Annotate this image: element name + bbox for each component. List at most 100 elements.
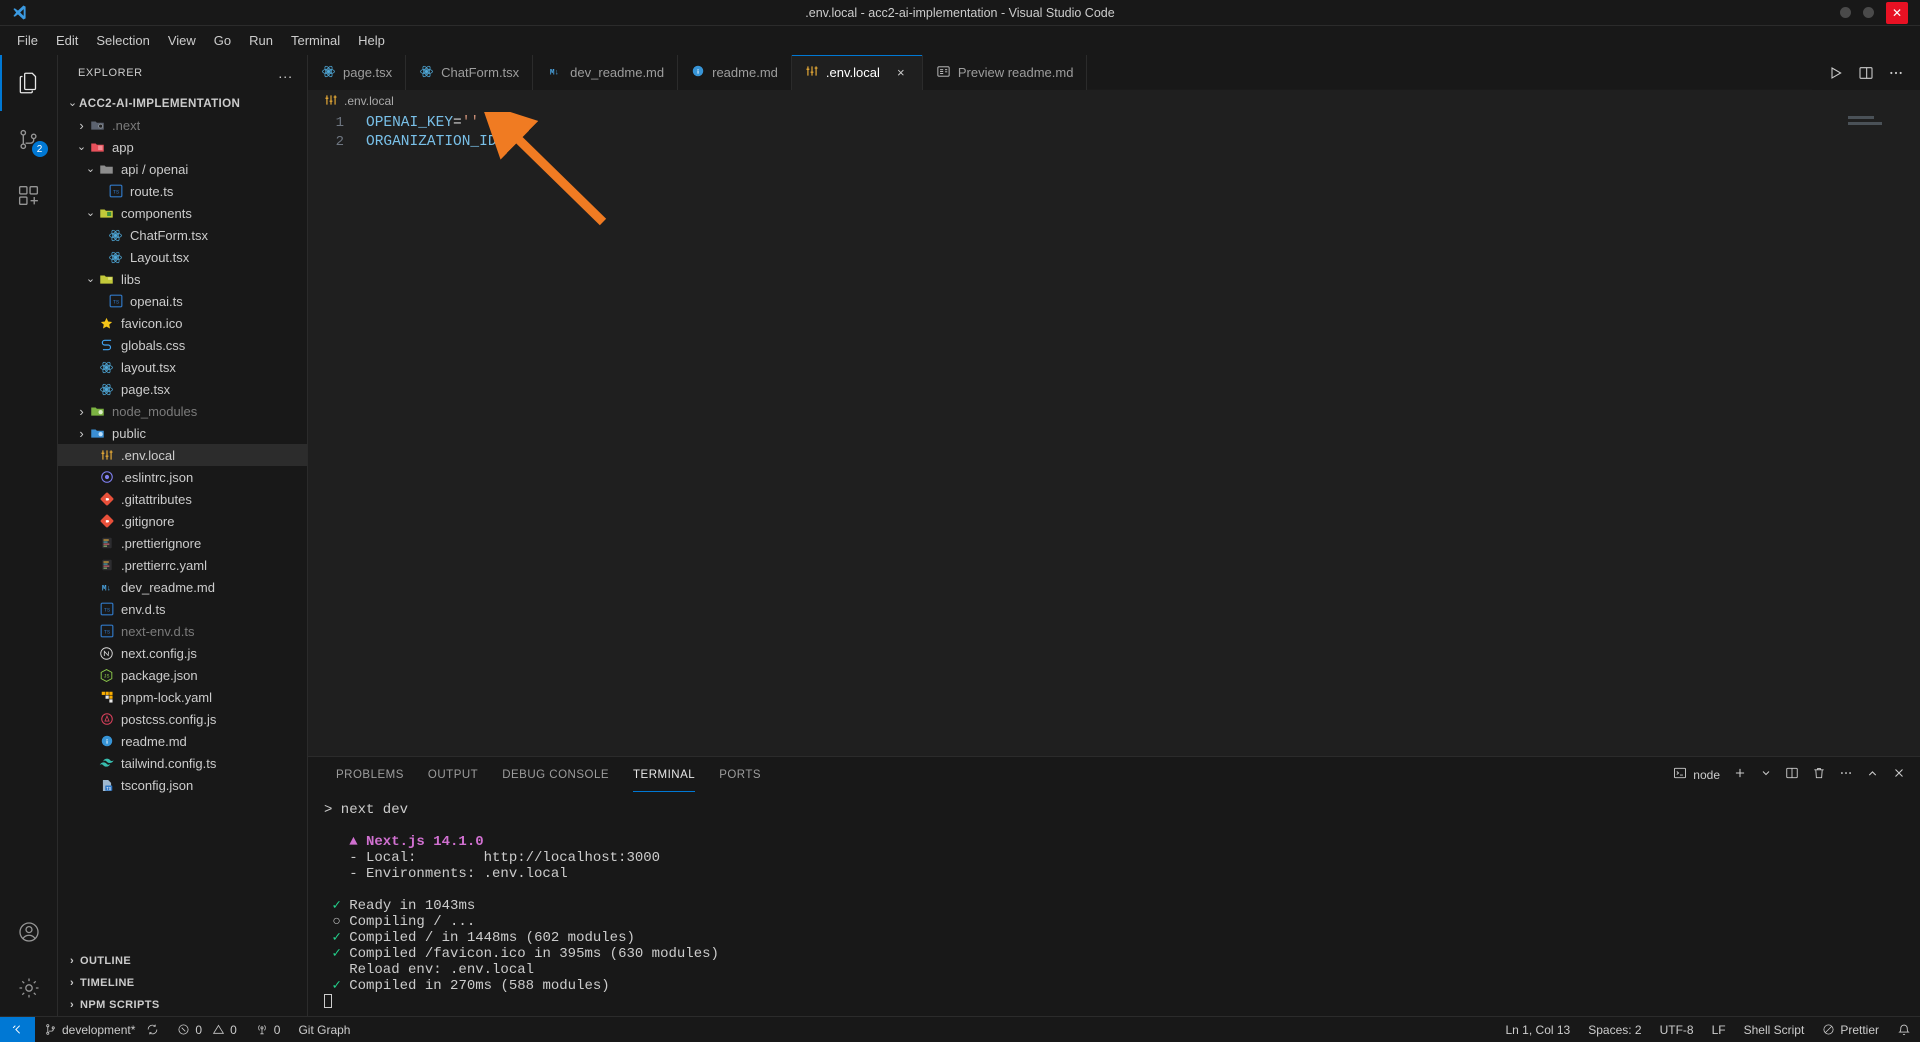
maximize-icon[interactable]	[1863, 7, 1874, 18]
play-icon[interactable]	[1828, 65, 1844, 81]
editor-scrollbar[interactable]	[1906, 112, 1920, 756]
ellipsis-icon[interactable]	[1839, 766, 1853, 783]
menu-item-go[interactable]: Go	[205, 30, 240, 51]
tree-file[interactable]: .gitignore	[58, 510, 307, 532]
status-prettier[interactable]: Prettier	[1813, 1017, 1888, 1042]
close-icon[interactable]	[1892, 766, 1906, 783]
sidebar-section-timeline[interactable]: › TIMELINE	[58, 972, 307, 994]
close-icon[interactable]: ✕	[1886, 1, 1908, 24]
activity-extensions[interactable]	[0, 167, 58, 223]
tree-file[interactable]: .prettierrc.yaml	[58, 554, 307, 576]
terminal-output[interactable]: > next dev ▲ Next.js 14.1.0 - Local: htt…	[308, 792, 1920, 1016]
tree-file[interactable]: .eslintrc.json	[58, 466, 307, 488]
tree-file[interactable]: layout.tsx	[58, 356, 307, 378]
tree-file[interactable]: tailwind.config.ts	[58, 752, 307, 774]
sidebar-more-actions-button[interactable]: ...	[274, 65, 297, 81]
panel-tab-output[interactable]: OUTPUT	[416, 757, 490, 792]
editor-tab[interactable]: M↓ dev_readme.md	[533, 55, 679, 90]
tree-folder[interactable]: ⌄ libs	[58, 268, 307, 290]
tree-file[interactable]: next.config.js	[58, 642, 307, 664]
minimize-icon[interactable]	[1840, 7, 1851, 18]
menu-item-file[interactable]: File	[8, 30, 47, 51]
tree-item-label: app	[112, 139, 134, 155]
tree-folder[interactable]: ⌄ app	[58, 136, 307, 158]
tree-file[interactable]: JS package.json	[58, 664, 307, 686]
editor-tab[interactable]: .env.local ×	[791, 55, 923, 90]
menu-item-selection[interactable]: Selection	[87, 30, 158, 51]
terminal-line: ✓ Compiled /favicon.ico in 395ms (630 mo…	[324, 946, 1920, 962]
editor-tab[interactable]: ChatForm.tsx	[406, 55, 534, 90]
status-indentation[interactable]: Spaces: 2	[1579, 1017, 1650, 1042]
tree-file[interactable]: TS env.d.ts	[58, 598, 307, 620]
status-problems[interactable]: 0 0	[168, 1017, 245, 1042]
activity-explorer[interactable]	[0, 55, 58, 111]
tree-file[interactable]: TS route.ts	[58, 180, 307, 202]
tree-file[interactable]: .prettierignore	[58, 532, 307, 554]
activity-settings[interactable]	[0, 960, 58, 1016]
status-git-graph[interactable]: Git Graph	[289, 1017, 359, 1042]
panel-tab-terminal[interactable]: TERMINAL	[621, 757, 707, 792]
menu-item-run[interactable]: Run	[240, 30, 282, 51]
breadcrumb[interactable]: .env.local	[308, 90, 1920, 112]
tree-file[interactable]: TS tsconfig.json	[58, 774, 307, 796]
ellipsis-icon[interactable]	[1888, 65, 1904, 81]
status-eol[interactable]: LF	[1703, 1017, 1735, 1042]
activity-source-control[interactable]: 2	[0, 111, 58, 167]
tree-folder[interactable]: › .next	[58, 114, 307, 136]
sidebar-section-npm-scripts[interactable]: › NPM SCRIPTS	[58, 994, 307, 1016]
tree-file[interactable]: TS openai.ts	[58, 290, 307, 312]
tree-folder[interactable]: ⌄ components	[58, 202, 307, 224]
status-language-mode[interactable]: Shell Script	[1735, 1017, 1814, 1042]
tree-file[interactable]: favicon.ico	[58, 312, 307, 334]
editor-tab[interactable]: i readme.md	[678, 55, 792, 90]
plus-icon[interactable]	[1733, 766, 1747, 783]
tree-file[interactable]: postcss.config.js	[58, 708, 307, 730]
file-tree[interactable]: ⌄ ACC2-AI-IMPLEMENTATION › .next ⌄ app ⌄ api / …	[58, 90, 307, 950]
status-cursor-position[interactable]: Ln 1, Col 13	[1497, 1017, 1580, 1042]
menu-item-view[interactable]: View	[159, 30, 205, 51]
code-editor[interactable]: 1 OPENAI_KEY='' 2 ORGANIZATION_ID=''	[308, 112, 1920, 756]
activity-accounts[interactable]	[0, 904, 58, 960]
chevron-placeholder	[84, 554, 97, 576]
tree-file[interactable]: i readme.md	[58, 730, 307, 752]
tree-file[interactable]: pnpm-lock.yaml	[58, 686, 307, 708]
status-notifications[interactable]	[1888, 1017, 1920, 1042]
trash-icon[interactable]	[1812, 766, 1826, 783]
editor-tab[interactable]: Preview readme.md	[922, 55, 1088, 90]
tree-file[interactable]: TS next-env.d.ts	[58, 620, 307, 642]
chevron-up-icon[interactable]	[1866, 767, 1879, 783]
sidebar-section-outline[interactable]: › OUTLINE	[58, 950, 307, 972]
editor-tab[interactable]: page.tsx	[308, 55, 407, 90]
tree-file[interactable]: M↓ dev_readme.md	[58, 576, 307, 598]
menu-item-help[interactable]: Help	[349, 30, 394, 51]
terminal-selector[interactable]: node	[1673, 766, 1720, 783]
file-tree-root[interactable]: ⌄ ACC2-AI-IMPLEMENTATION	[58, 92, 307, 114]
close-icon[interactable]: ×	[893, 65, 909, 80]
panel-tab-debug-console[interactable]: DEBUG CONSOLE	[490, 757, 621, 792]
chevron-down-icon: ⌄	[85, 273, 96, 285]
tree-file[interactable]: ChatForm.tsx	[58, 224, 307, 246]
panel-tab-problems[interactable]: PROBLEMS	[324, 757, 416, 792]
remote-window-icon[interactable]	[0, 1016, 35, 1042]
tree-file[interactable]: globals.css	[58, 334, 307, 356]
split-icon[interactable]	[1785, 766, 1799, 783]
status-ports[interactable]: 0	[246, 1017, 290, 1042]
tree-folder[interactable]: ⌄ api / openai	[58, 158, 307, 180]
minimap[interactable]	[1848, 116, 1906, 128]
tree-file[interactable]: .env.local	[58, 444, 307, 466]
menu-item-terminal[interactable]: Terminal	[282, 30, 349, 51]
status-encoding[interactable]: UTF-8	[1651, 1017, 1703, 1042]
tree-file[interactable]: .gitattributes	[58, 488, 307, 510]
tree-file[interactable]: Layout.tsx	[58, 246, 307, 268]
chevron-down-icon[interactable]	[1760, 767, 1772, 782]
tree-folder[interactable]: › public	[58, 422, 307, 444]
editor-tabs[interactable]: page.tsx ChatForm.tsx M↓ dev_readme.md i read…	[308, 55, 1088, 90]
tree-item-label: ACC2-AI-IMPLEMENTATION	[79, 96, 241, 110]
tree-file[interactable]: page.tsx	[58, 378, 307, 400]
panel-tab-ports[interactable]: PORTS	[707, 757, 773, 792]
sidebar-section-label: OUTLINE	[80, 955, 132, 967]
split-editor-icon[interactable]	[1858, 65, 1874, 81]
menu-item-edit[interactable]: Edit	[47, 30, 87, 51]
tree-folder[interactable]: › node_modules	[58, 400, 307, 422]
status-branch[interactable]: development*	[35, 1017, 168, 1042]
